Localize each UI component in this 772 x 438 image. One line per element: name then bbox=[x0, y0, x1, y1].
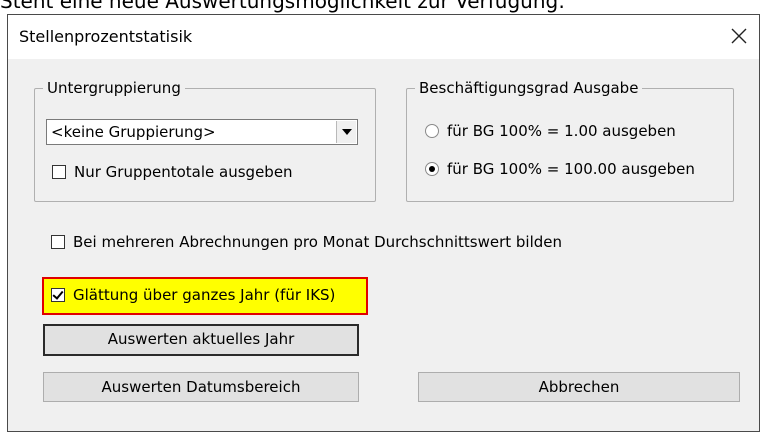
radio-option-1-row[interactable]: für BG 100% = 1.00 ausgeben bbox=[425, 122, 725, 142]
close-icon[interactable] bbox=[728, 25, 750, 47]
untergruppierung-legend: Untergruppierung bbox=[43, 79, 185, 97]
durchschnitt-checkbox[interactable] bbox=[51, 235, 65, 249]
gruppierung-select-value: <keine Gruppierung> bbox=[51, 123, 216, 141]
radio-bg-1[interactable] bbox=[425, 124, 439, 138]
durchschnitt-label: Bei mehreren Abrechnungen pro Monat Durc… bbox=[73, 233, 563, 251]
radio-option-2-row[interactable]: für BG 100% = 100.00 ausgeben bbox=[425, 160, 725, 180]
nur-gruppentotale-label: Nur Gruppentotale ausgeben bbox=[74, 163, 293, 181]
durchschnitt-checkbox-row[interactable]: Bei mehreren Abrechnungen pro Monat Durc… bbox=[51, 233, 651, 253]
gruppierung-select[interactable]: <keine Gruppierung> bbox=[46, 119, 358, 145]
nur-gruppentotale-checkbox[interactable] bbox=[52, 165, 66, 179]
glaettung-checkbox[interactable] bbox=[51, 288, 65, 302]
chevron-down-icon[interactable] bbox=[336, 121, 356, 143]
radio-bg-1-label: für BG 100% = 1.00 ausgeben bbox=[447, 122, 676, 140]
beschaeftigungsgrad-group: Beschäftigungsgrad Ausgabe für BG 100% =… bbox=[406, 79, 734, 202]
abbrechen-button[interactable]: Abbrechen bbox=[418, 372, 740, 402]
untergruppierung-group: Untergruppierung <keine Gruppierung> Nur… bbox=[34, 79, 376, 202]
auswerten-aktuelles-jahr-button[interactable]: Auswerten aktuelles Jahr bbox=[43, 324, 359, 356]
auswerten-datumsbereich-button[interactable]: Auswerten Datumsbereich bbox=[43, 372, 359, 402]
radio-bg-100-label: für BG 100% = 100.00 ausgeben bbox=[447, 160, 695, 178]
glaettung-label: Glättung über ganzes Jahr (für IKS) bbox=[73, 286, 336, 304]
dialog-window: Stellenprozentstatisik Untergruppierung … bbox=[7, 14, 760, 432]
glaettung-checkbox-row[interactable]: Glättung über ganzes Jahr (für IKS) bbox=[51, 286, 361, 306]
dialog-title: Stellenprozentstatisik bbox=[19, 27, 193, 46]
title-bar: Stellenprozentstatisik bbox=[8, 15, 759, 59]
radio-bg-100[interactable] bbox=[425, 162, 439, 176]
top-caption: Steht eine neue Auswertungsmöglichkeit z… bbox=[0, 0, 565, 13]
nur-gruppentotale-checkbox-row[interactable]: Nur Gruppentotale ausgeben bbox=[52, 163, 352, 183]
beschaeftigungsgrad-legend: Beschäftigungsgrad Ausgabe bbox=[415, 79, 643, 97]
